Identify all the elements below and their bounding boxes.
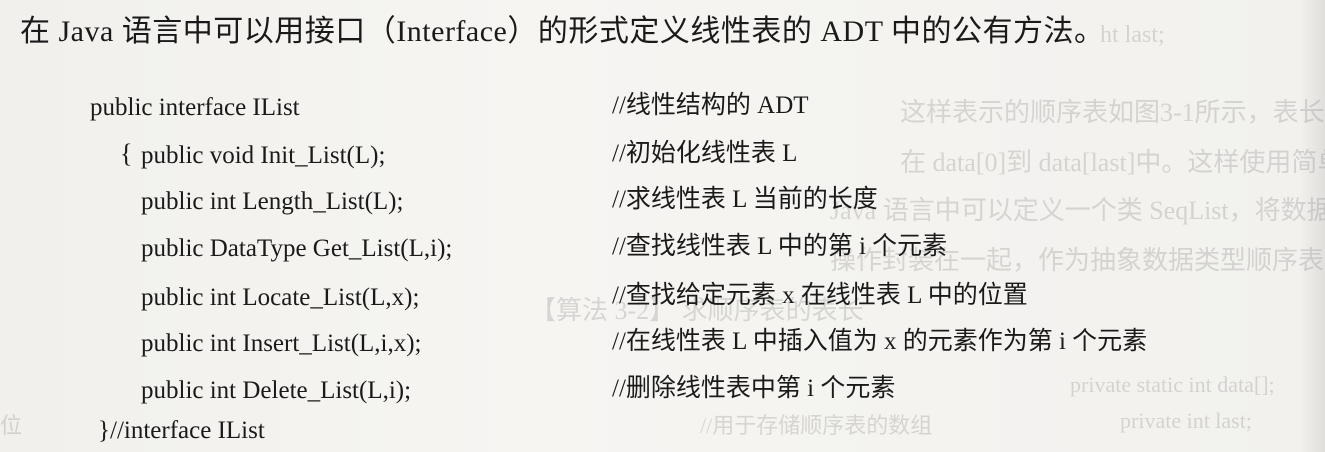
show-through-decoration: ht last; (1100, 22, 1165, 48)
page-edge-shadow (1299, 0, 1325, 452)
show-through-decoration: 这样表示的顺序表如图3-1所示，表长为 last+1，第 1 个到第 n 个数据… (900, 98, 1325, 127)
code-comment: //查找线性表 L 中的第 i 个元素 (612, 233, 948, 260)
section-heading: 在 Java 语言中可以用接口（Interface）的形式定义线性表的 ADT … (20, 15, 1105, 48)
show-through-decoration: private int last; (1120, 408, 1252, 433)
code-line: public int Locate_List(L,x); (141, 284, 420, 311)
code-comment: //初始化线性表 L (612, 140, 798, 167)
code-comment: //在线性表 L 中插入值为 x 的元素作为第 i 个元素 (612, 328, 1148, 355)
code-line: public void Init_List(L); (141, 142, 386, 169)
code-line: public interface IList (90, 94, 300, 121)
code-comment: //删除线性表中第 i 个元素 (612, 375, 896, 402)
code-line: public int Insert_List(L,i,x); (141, 330, 422, 357)
code-line: public DataType Get_List(L,i); (141, 235, 453, 262)
show-through-decoration: private static int data[]; (1070, 372, 1275, 397)
code-comment: //求线性表 L 当前的长度 (612, 186, 878, 213)
code-comment: //线性结构的 ADT (612, 92, 809, 119)
show-through-decoration: 在 data[0]到 data[last]中。这样使用简单方便，但有时不够直观，… (900, 148, 1325, 177)
code-line: public int Delete_List(L,i); (141, 377, 412, 404)
code-comment: //查找给定元素 x 在线性表 L 中的位置 (612, 282, 1028, 309)
show-through-decoration: 位 (0, 413, 23, 438)
open-brace: { (120, 139, 133, 168)
show-through-decoration: //用于存储顺序表的数组 (700, 413, 933, 438)
code-line-closing: }//interface IList (98, 417, 265, 444)
document-page: ht last; 这样表示的顺序表如图3-1所示，表长为 last+1，第 1 … (0, 0, 1325, 452)
code-line: public int Length_List(L); (141, 188, 404, 215)
show-through-decoration: Java 语言中可以定义一个类 SeqList，将数据存储区 data、位置 l… (830, 196, 1325, 225)
